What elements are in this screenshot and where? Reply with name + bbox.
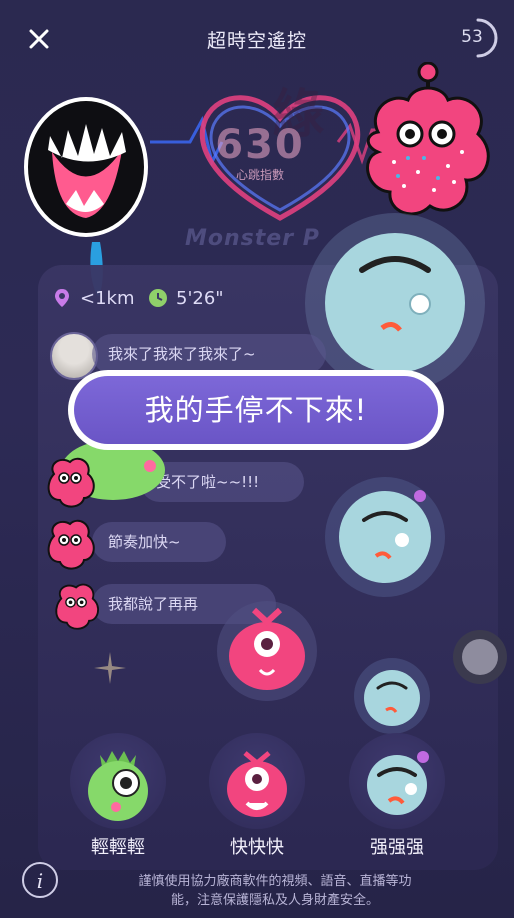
small-pink-monster-icon xyxy=(47,457,95,508)
chat-message: 我來了我來了我來了~ xyxy=(92,334,326,374)
pink-monster-bubble-icon xyxy=(217,601,317,701)
sparkle-icon xyxy=(94,652,126,684)
blue-monster-bubble-icon xyxy=(325,477,445,597)
location-pin-icon xyxy=(55,289,69,307)
green-monster-icon xyxy=(88,751,148,821)
heartbeat-score: 630 xyxy=(215,122,305,168)
small-pink-monster-icon xyxy=(55,583,100,630)
disclaimer-text: 謹慎使用協力廠商軟件的視頻、語音、直播等功 能，注意保護隱私及人身財產安全。 xyxy=(138,874,412,908)
pink-monster-icon xyxy=(227,751,287,817)
blue-monster-icon xyxy=(367,751,429,815)
control-gentle-label: 輕輕輕 xyxy=(91,837,145,858)
clock-icon xyxy=(149,289,167,307)
small-pink-monster-icon xyxy=(47,519,95,570)
info-icon: i xyxy=(36,869,44,893)
page-title: 超時空遙控 xyxy=(206,30,307,52)
distance-value: <1km xyxy=(80,288,135,309)
countdown-timer: 53 xyxy=(454,16,498,60)
duration-value: 5'26" xyxy=(176,288,224,309)
banner-text: 我的手停不下來! xyxy=(74,376,438,444)
countdown-value: 53 xyxy=(461,27,483,47)
assistive-touch-button[interactable] xyxy=(453,630,507,684)
blue-monster-bubble-icon xyxy=(354,658,430,734)
control-strong-label: 强强强 xyxy=(370,837,424,858)
control-fast-button[interactable] xyxy=(209,733,305,829)
heartbeat-label: 心跳指數 xyxy=(235,168,284,182)
shout-banner: 我的手停不下來! xyxy=(68,370,444,450)
control-fast-label: 快快快 xyxy=(230,837,284,858)
control-strong-button[interactable] xyxy=(349,733,445,829)
chat-message: 節奏加快~ xyxy=(92,522,226,562)
info-button[interactable]: i xyxy=(22,862,58,898)
control-gentle-button[interactable] xyxy=(70,733,166,829)
